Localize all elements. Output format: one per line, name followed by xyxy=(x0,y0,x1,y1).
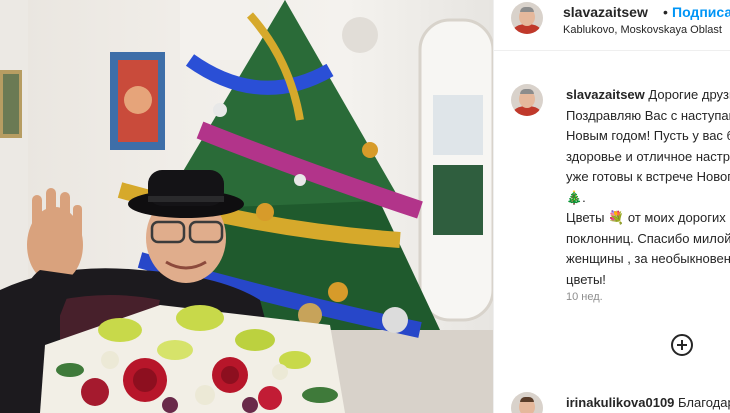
caption-line: 🎄. xyxy=(566,189,586,205)
caption-line: Новым годом! Пусть у вас будет xyxy=(566,128,730,143)
post-location[interactable]: Kablukovo, Moskovskaya Oblast xyxy=(563,24,722,36)
post-sidebar: slavazaitsew • Подписаться Kablukovo, Mo… xyxy=(493,0,730,413)
caption-line: поклонниц. Спасибо милой xyxy=(566,230,730,246)
header-divider xyxy=(494,50,730,51)
post-caption: slavazaitsew Дорогие друзья! Поздравляю … xyxy=(566,85,730,290)
caption-line: цветы! xyxy=(566,271,606,287)
caption-line: Поздравляю Вас с наступающим xyxy=(566,107,730,123)
caption-line: slavazaitsew Дорогие друзья! xyxy=(566,85,730,106)
comment-text: Благодарю xyxy=(678,395,730,410)
comment-username[interactable]: irinakulikova0109 xyxy=(566,395,674,410)
follow-separator: • xyxy=(663,4,668,20)
author-avatar-icon[interactable] xyxy=(511,2,543,34)
post-photo xyxy=(0,0,493,413)
caption-line: уже готовы к встрече Нового года xyxy=(566,169,730,184)
post-timestamp[interactable]: 10 нед. xyxy=(566,291,603,303)
commenter-avatar-icon[interactable] xyxy=(511,392,543,413)
caption-line: здоровье и отличное настроение xyxy=(566,148,730,164)
post-header: slavazaitsew • Подписаться Kablukovo, Mo… xyxy=(494,0,730,38)
caption-username[interactable]: slavazaitsew xyxy=(566,87,645,102)
plus-circle-icon[interactable] xyxy=(671,334,693,356)
post-image[interactable] xyxy=(0,0,493,413)
follow-button[interactable]: Подписаться xyxy=(672,4,730,20)
caption-line: Цветы 💐 от моих дорогих xyxy=(566,210,726,225)
caption-line: женщины , за необыкновенные xyxy=(566,251,730,266)
comment: irinakulikova0109 Благодарю xyxy=(566,395,730,410)
caption-avatar-icon[interactable] xyxy=(511,84,543,116)
author-username[interactable]: slavazaitsew xyxy=(563,4,648,20)
caption-text: Дорогие друзья! xyxy=(648,87,730,102)
